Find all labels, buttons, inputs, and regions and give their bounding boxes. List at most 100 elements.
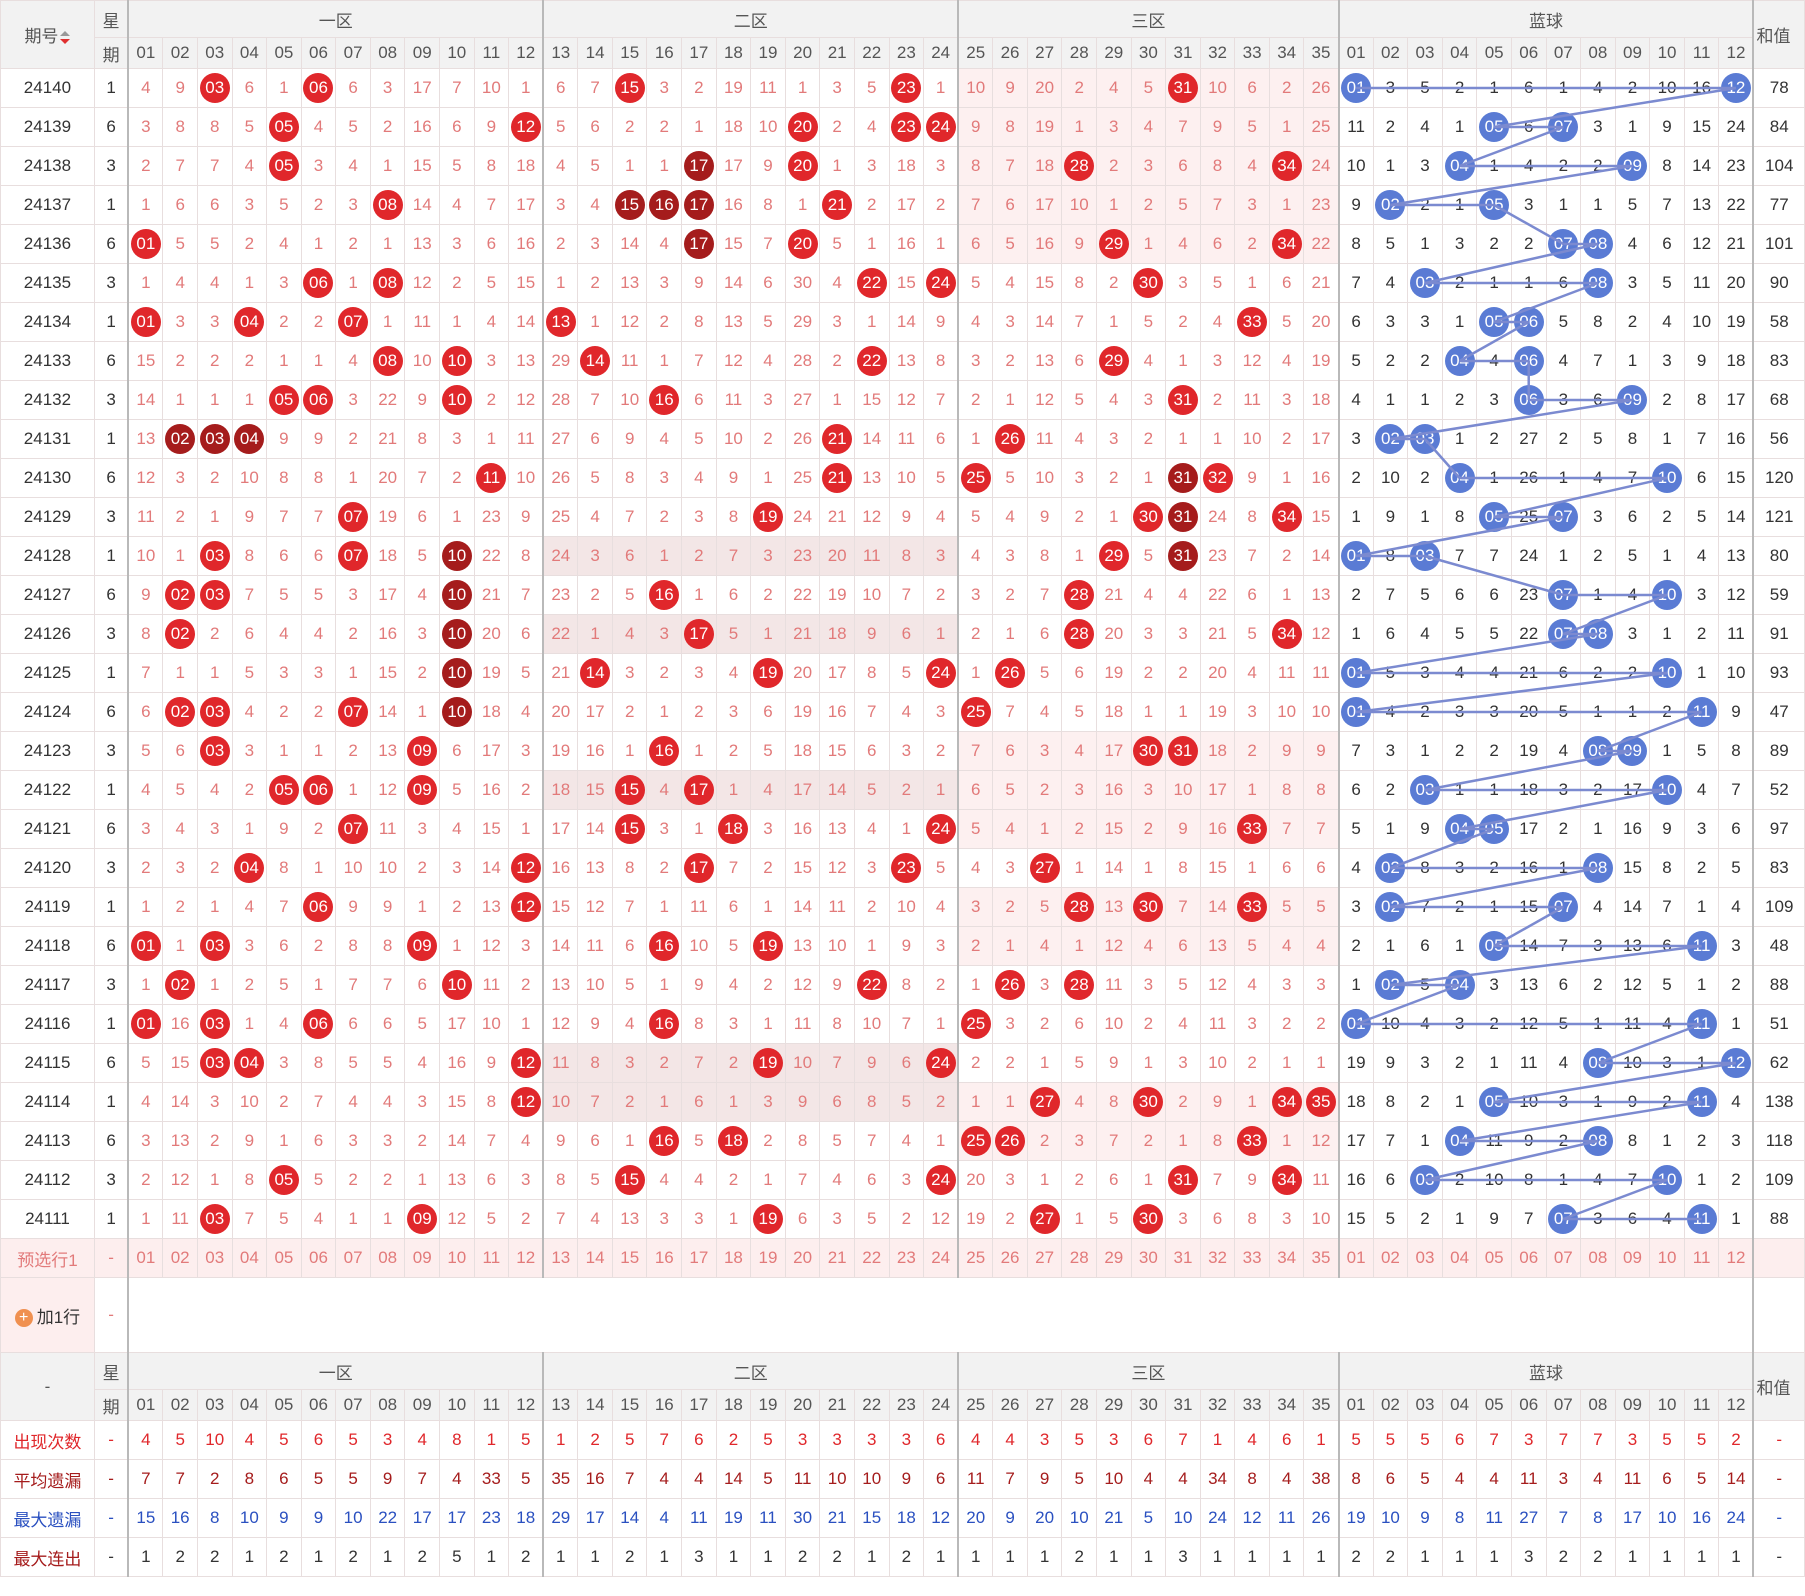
preselect-red-number[interactable]: 15	[611, 1238, 648, 1278]
preselect-red-number[interactable]: 01	[127, 1238, 164, 1278]
red-cell: 4	[1234, 965, 1270, 1005]
blue-cell: 2	[1614, 68, 1651, 108]
preselect-red-number[interactable]: 03	[196, 1238, 233, 1278]
preselect-blue-number[interactable]: 04	[1441, 1238, 1478, 1278]
preselect-blue-number[interactable]: 05	[1476, 1238, 1512, 1278]
preselect-red-number[interactable]: 02	[162, 1238, 198, 1278]
red-col-header: 01	[127, 37, 164, 69]
preselect-blue-number[interactable]: 07	[1545, 1238, 1582, 1278]
red-col-header: 18	[715, 37, 752, 69]
add-row-button[interactable]: + 加1行	[0, 1277, 95, 1353]
red-cell: 5	[1165, 965, 1201, 1005]
preselect-blue-number[interactable]: 01	[1337, 1238, 1374, 1278]
red-cell: 3	[300, 146, 337, 186]
blue-cell: 1	[1545, 68, 1582, 108]
red-cell: 3	[750, 536, 786, 576]
period-number: 24129	[0, 497, 95, 537]
preselect-blue-number[interactable]: 11	[1683, 1238, 1720, 1278]
preselect-red-number[interactable]: 32	[1199, 1238, 1236, 1278]
blue-cell: 14	[1510, 926, 1547, 966]
red-ball: 09	[407, 1204, 438, 1234]
preselect-red-number[interactable]: 33	[1234, 1238, 1270, 1278]
blue-cell: 10	[1476, 1160, 1512, 1200]
preselect-red-number[interactable]: 06	[300, 1238, 337, 1278]
blue-cell: 3	[1407, 302, 1443, 342]
blue-cell: 1	[1407, 224, 1443, 264]
stats-red-value: 1	[1026, 1537, 1063, 1577]
preselect-red-number[interactable]: 08	[369, 1238, 406, 1278]
preselect-red-number[interactable]: 09	[404, 1238, 441, 1278]
blue-cell: 2	[1476, 419, 1512, 459]
preselect-red-number[interactable]: 19	[750, 1238, 786, 1278]
red-ball: 03	[199, 697, 230, 727]
red-cell: 24	[923, 653, 959, 693]
add-row-area	[127, 1277, 1754, 1353]
preselect-blue-number[interactable]: 10	[1649, 1238, 1685, 1278]
blue-cell: 4	[1614, 224, 1651, 264]
sort-icon[interactable]	[60, 30, 71, 45]
blue-cell: 5	[1407, 575, 1443, 615]
preselect-blue-number[interactable]: 02	[1372, 1238, 1409, 1278]
preselect-blue-number[interactable]: 09	[1614, 1238, 1651, 1278]
red-cell: 2	[335, 1160, 371, 1200]
preselect-red-number[interactable]: 25	[957, 1238, 994, 1278]
red-cell: 2	[231, 965, 268, 1005]
red-cell: 13	[404, 224, 441, 264]
preselect-red-number[interactable]: 12	[508, 1238, 544, 1278]
stats-label: 最大遗漏	[0, 1498, 95, 1538]
preselect-blue-number[interactable]: 08	[1580, 1238, 1616, 1278]
blue-cell: 3	[1407, 653, 1443, 693]
preselect-red-number[interactable]: 14	[577, 1238, 613, 1278]
draw-row: 24137 1 1 6 6 3 5 2 3 08 14 4 7 17 3 4 15 16 17 16 8 1 21 2 17 2 7…	[0, 185, 1805, 225]
red-ball: 31	[1167, 1165, 1198, 1195]
preselect-blue-number[interactable]: 12	[1718, 1238, 1754, 1278]
preselect-red-number[interactable]: 04	[231, 1238, 268, 1278]
preselect-blue-number[interactable]: 03	[1407, 1238, 1443, 1278]
red-cell: 4	[646, 224, 683, 264]
preselect-red-number[interactable]: 13	[542, 1238, 579, 1278]
week-header-a: 星	[93, 1352, 129, 1390]
preselect-red-number[interactable]: 10	[439, 1238, 475, 1278]
preselect-red-number[interactable]: 27	[1026, 1238, 1063, 1278]
preselect-red-number[interactable]: 07	[335, 1238, 371, 1278]
red-cell: 3	[542, 185, 579, 225]
preselect-red-number[interactable]: 20	[784, 1238, 821, 1278]
preselect-red-number[interactable]: 26	[992, 1238, 1028, 1278]
preselect-red-number[interactable]: 18	[715, 1238, 752, 1278]
red-ball: 34	[1271, 1165, 1302, 1195]
preselect-red-number[interactable]: 24	[923, 1238, 959, 1278]
preselect-red-number[interactable]: 16	[646, 1238, 683, 1278]
red-col-header: 06	[300, 37, 337, 69]
blue-cell: 3	[1545, 380, 1582, 420]
sum-value: 56	[1752, 419, 1805, 459]
blue-cell: 12	[1718, 1043, 1754, 1083]
blue-cell: 03	[1407, 770, 1443, 810]
red-cell: 3	[1165, 1199, 1201, 1239]
preselect-red-number[interactable]: 31	[1165, 1238, 1201, 1278]
blue-ball: 09	[1617, 151, 1648, 181]
red-cell: 2	[1234, 1043, 1270, 1083]
draw-row: 24129 3 11 2 1 9 7 7 07 19 6 1 23 9 25 4 7 2 3 8 19 24 21 12 9 4 5…	[0, 497, 1805, 537]
blue-cell: 2	[1407, 185, 1443, 225]
red-col-header: 08	[369, 1389, 406, 1421]
preselect-red-number[interactable]: 05	[266, 1238, 302, 1278]
blue-cell: 2	[1649, 692, 1685, 732]
preselect-row[interactable]: 预选行1-01 02 03 04 05 06 07 08 09 10 11 12 13 14 15 16 17 1…	[0, 1238, 1805, 1278]
preselect-red-number[interactable]: 21	[819, 1238, 855, 1278]
preselect-red-number[interactable]: 28	[1061, 1238, 1097, 1278]
plus-icon[interactable]: +	[14, 1309, 33, 1328]
preselect-red-number[interactable]: 11	[473, 1238, 510, 1278]
preselect-red-number[interactable]: 23	[888, 1238, 925, 1278]
preselect-red-number[interactable]: 34	[1268, 1238, 1305, 1278]
red-cell: 1	[1130, 848, 1167, 888]
preselect-red-number[interactable]: 35	[1303, 1238, 1340, 1278]
preselect-blue-number[interactable]: 06	[1510, 1238, 1547, 1278]
stats-red-value: 12	[1234, 1498, 1270, 1538]
preselect-red-number[interactable]: 17	[681, 1238, 717, 1278]
red-ball: 15	[614, 190, 645, 220]
preselect-red-number[interactable]: 30	[1130, 1238, 1167, 1278]
preselect-red-number[interactable]: 29	[1096, 1238, 1132, 1278]
period-header[interactable]: 期号	[0, 0, 95, 69]
weekday: 6	[93, 1043, 129, 1083]
preselect-red-number[interactable]: 22	[853, 1238, 890, 1278]
